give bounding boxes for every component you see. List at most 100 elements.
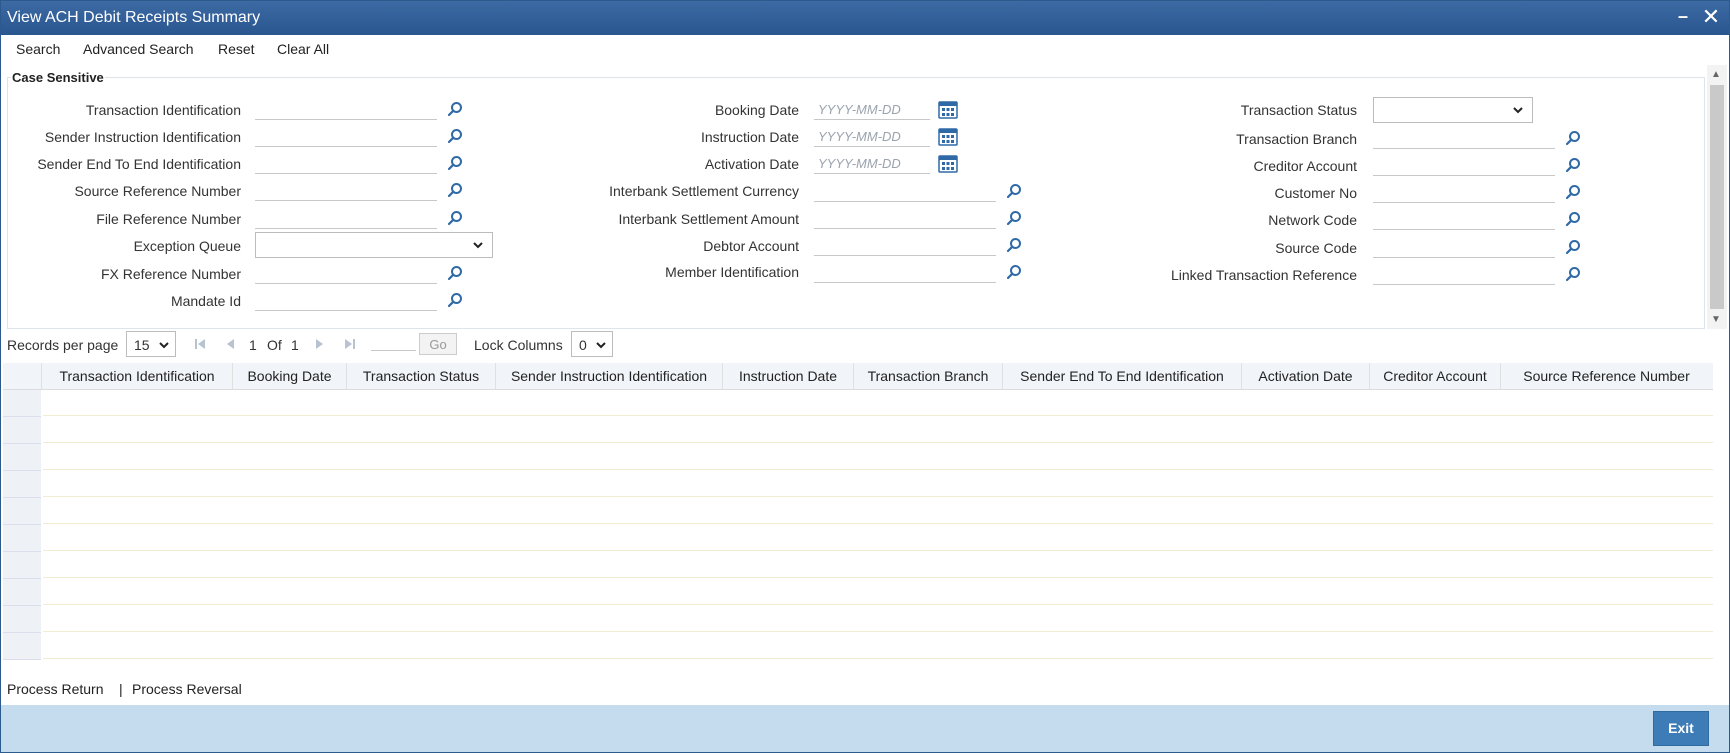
criteria-scrollbar[interactable]: ▲ ▼ bbox=[1707, 65, 1727, 329]
search-icon[interactable] bbox=[447, 292, 463, 308]
column-header[interactable]: Transaction Branch bbox=[854, 363, 1003, 389]
sender-instruction-identification-input[interactable] bbox=[255, 127, 437, 147]
search-icon[interactable] bbox=[1006, 210, 1022, 226]
fx-reference-number-input[interactable] bbox=[255, 264, 437, 284]
lock-columns-select[interactable]: 0 bbox=[571, 331, 613, 357]
go-button[interactable]: Go bbox=[419, 333, 457, 355]
source-reference-number-label: Source Reference Number bbox=[74, 183, 241, 199]
go-to-page-input[interactable] bbox=[371, 350, 416, 351]
search-icon[interactable] bbox=[447, 155, 463, 171]
search-icon[interactable] bbox=[447, 210, 463, 226]
column-header[interactable]: Instruction Date bbox=[723, 363, 854, 389]
column-header[interactable]: Transaction Status bbox=[347, 363, 496, 389]
member-identification-label: Member Identification bbox=[665, 264, 799, 280]
row-selector[interactable] bbox=[3, 498, 41, 525]
records-per-page-label: Records per page bbox=[7, 337, 119, 353]
linked-transaction-reference-input[interactable] bbox=[1373, 265, 1555, 285]
search-icon[interactable] bbox=[1565, 239, 1581, 255]
column-header[interactable]: Activation Date bbox=[1242, 363, 1370, 389]
sender-end-to-end-identification-input[interactable] bbox=[255, 154, 437, 174]
debtor-account-input[interactable] bbox=[814, 236, 996, 256]
instruction-date-input[interactable] bbox=[814, 127, 930, 147]
search-icon[interactable] bbox=[447, 265, 463, 281]
calendar-icon[interactable] bbox=[938, 153, 958, 173]
scrollbar-thumb[interactable] bbox=[1710, 85, 1724, 309]
records-per-page-select[interactable]: 15 bbox=[126, 331, 176, 357]
search-icon[interactable] bbox=[1565, 157, 1581, 173]
creditor-account-input[interactable] bbox=[1373, 156, 1555, 176]
activation-date-input[interactable] bbox=[814, 154, 930, 174]
search-icon[interactable] bbox=[1006, 237, 1022, 253]
debtor-account-label: Debtor Account bbox=[703, 238, 799, 254]
previous-page-icon[interactable] bbox=[223, 337, 237, 351]
process-return-link[interactable]: Process Return bbox=[7, 681, 103, 697]
column-header[interactable]: Sender Instruction Identification bbox=[496, 363, 723, 389]
column-header[interactable]: Creditor Account bbox=[1370, 363, 1501, 389]
row-selector[interactable] bbox=[3, 579, 41, 606]
network-code-input[interactable] bbox=[1373, 210, 1555, 230]
row-selector[interactable] bbox=[3, 417, 41, 444]
row-selector[interactable] bbox=[3, 471, 41, 498]
search-icon[interactable] bbox=[1565, 184, 1581, 200]
transaction-branch-input[interactable] bbox=[1373, 129, 1555, 149]
row-selector[interactable] bbox=[3, 444, 41, 471]
search-icon[interactable] bbox=[1565, 211, 1581, 227]
search-icon[interactable] bbox=[447, 101, 463, 117]
search-icon[interactable] bbox=[447, 182, 463, 198]
exception-queue-label: Exception Queue bbox=[133, 238, 241, 254]
search-icon[interactable] bbox=[1006, 264, 1022, 280]
transaction-identification-input[interactable] bbox=[255, 100, 437, 120]
chevron-down-icon bbox=[473, 242, 483, 249]
transaction-status-select[interactable] bbox=[1373, 97, 1533, 123]
interbank-settlement-amount-input[interactable] bbox=[814, 209, 996, 229]
row-selector[interactable] bbox=[3, 633, 41, 660]
exit-button[interactable]: Exit bbox=[1653, 711, 1709, 746]
reset-button[interactable]: Reset bbox=[218, 41, 255, 57]
column-header[interactable]: Sender End To End Identification bbox=[1003, 363, 1242, 389]
calendar-icon[interactable] bbox=[938, 126, 958, 146]
minimize-icon[interactable]: – bbox=[1671, 5, 1695, 29]
booking-date-input[interactable] bbox=[814, 100, 930, 120]
table-row bbox=[43, 442, 1713, 443]
process-reversal-link[interactable]: Process Reversal bbox=[132, 681, 242, 697]
scroll-down-icon[interactable]: ▼ bbox=[1711, 314, 1721, 325]
column-header[interactable]: Transaction Identification bbox=[42, 363, 233, 389]
instruction-date-label: Instruction Date bbox=[700, 129, 799, 145]
search-icon[interactable] bbox=[1565, 266, 1581, 282]
search-icon[interactable] bbox=[447, 128, 463, 144]
table-row bbox=[43, 658, 1713, 659]
column-header[interactable]: Booking Date bbox=[233, 363, 347, 389]
grid-header: Transaction Identification Booking Date … bbox=[3, 363, 1713, 390]
advanced-search-button[interactable]: Advanced Search bbox=[83, 41, 194, 57]
action-links: Process Return | Process Reversal bbox=[1, 673, 1729, 705]
column-header[interactable]: Source Reference Number bbox=[1501, 363, 1712, 389]
search-icon[interactable] bbox=[1565, 130, 1581, 146]
mandate-id-input[interactable] bbox=[255, 291, 437, 311]
clear-all-button[interactable]: Clear All bbox=[277, 41, 329, 57]
row-selector[interactable] bbox=[3, 606, 41, 633]
source-reference-number-input[interactable] bbox=[255, 181, 437, 201]
member-identification-input[interactable] bbox=[814, 263, 996, 283]
interbank-settlement-currency-input[interactable] bbox=[814, 182, 996, 202]
exception-queue-select[interactable] bbox=[255, 232, 493, 258]
next-page-icon[interactable] bbox=[313, 337, 327, 351]
scroll-up-icon[interactable]: ▲ bbox=[1711, 69, 1721, 80]
search-button[interactable]: Search bbox=[16, 41, 60, 57]
customer-no-input[interactable] bbox=[1373, 183, 1555, 203]
table-row bbox=[43, 577, 1713, 578]
first-page-icon[interactable] bbox=[193, 337, 207, 351]
row-selector[interactable] bbox=[3, 525, 41, 552]
last-page-icon[interactable] bbox=[343, 337, 357, 351]
action-separator: | bbox=[119, 681, 123, 697]
row-selector[interactable] bbox=[3, 390, 41, 417]
close-icon[interactable]: ✕ bbox=[1699, 5, 1723, 29]
file-reference-number-input[interactable] bbox=[255, 209, 437, 229]
calendar-icon[interactable] bbox=[938, 99, 958, 119]
row-selector[interactable] bbox=[3, 552, 41, 579]
current-page: 1 bbox=[249, 337, 257, 353]
network-code-label: Network Code bbox=[1268, 212, 1357, 228]
select-all-header[interactable] bbox=[3, 363, 42, 389]
source-code-input[interactable] bbox=[1373, 238, 1555, 258]
search-icon[interactable] bbox=[1006, 183, 1022, 199]
chevron-down-icon bbox=[1513, 107, 1523, 114]
